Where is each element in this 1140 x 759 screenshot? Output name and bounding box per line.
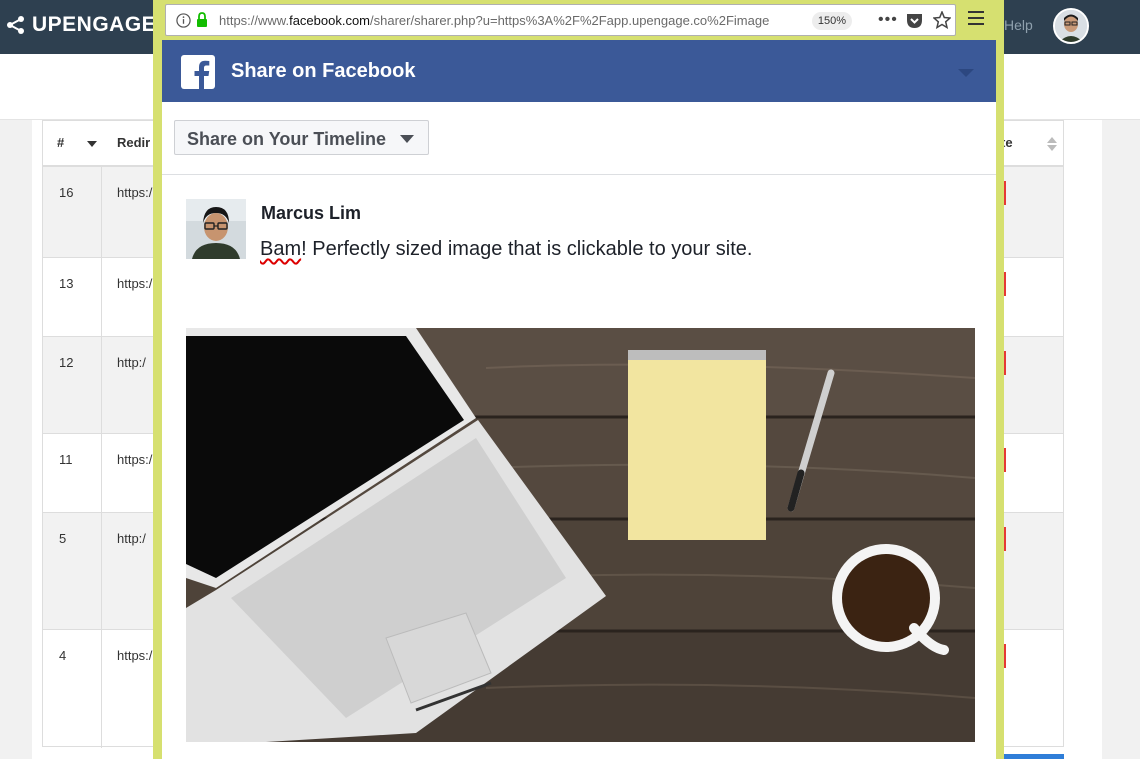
- brand-text: UPENGAGE: [32, 13, 157, 36]
- url-path: /sharer/sharer.php?u=https%3A%2F%2Fapp.u…: [370, 13, 770, 28]
- column-header-number[interactable]: #: [57, 135, 64, 150]
- row-url[interactable]: http:/: [117, 531, 146, 546]
- misspelled-word: Bam: [260, 238, 302, 260]
- lock-icon[interactable]: [196, 12, 208, 27]
- url-domain: facebook.com: [289, 13, 371, 28]
- pocket-icon[interactable]: [906, 12, 923, 29]
- author-photo: [186, 199, 246, 259]
- pagination-button[interactable]: [1004, 754, 1064, 759]
- menu-icon[interactable]: [968, 11, 984, 25]
- app-logo[interactable]: UPENGAGE: [6, 13, 156, 37]
- row-url[interactable]: https:/: [117, 276, 152, 291]
- caret-down-icon: [400, 135, 414, 143]
- post-message[interactable]: Bam! Perfectly sized image that is click…: [260, 238, 752, 261]
- row-number: 12: [59, 355, 74, 370]
- row-number: 11: [59, 452, 73, 467]
- row-number: 13: [59, 276, 74, 291]
- share-dialog-body: Share on Your Timeline Marcus Lim Bam! P…: [162, 102, 996, 759]
- row-number: 4: [59, 648, 67, 663]
- dialog-title: Share on Facebook: [231, 60, 416, 82]
- row-url[interactable]: https:/: [117, 452, 152, 467]
- more-icon[interactable]: •••: [878, 12, 898, 28]
- divider: [162, 174, 996, 175]
- sort-desc-icon[interactable]: [87, 141, 97, 147]
- user-avatar-image: [1055, 10, 1087, 42]
- row-number: 16: [59, 185, 74, 200]
- star-icon[interactable]: [933, 11, 951, 29]
- column-header-redirect[interactable]: Redir: [117, 135, 150, 150]
- row-number: 5: [59, 531, 67, 546]
- url-prefix: https://www.: [219, 13, 290, 28]
- facebook-logo-icon: [181, 55, 215, 89]
- address-bar[interactable]: https://www.facebook.com/sharer/sharer.p…: [165, 4, 956, 36]
- author-avatar: [186, 199, 246, 259]
- url-text[interactable]: https://www.facebook.com/sharer/sharer.p…: [219, 13, 799, 28]
- chevron-down-icon[interactable]: [958, 69, 974, 77]
- user-avatar[interactable]: [1053, 8, 1089, 44]
- share-target-dropdown[interactable]: Share on Your Timeline: [174, 120, 429, 155]
- row-url[interactable]: https:/: [117, 185, 152, 200]
- row-url[interactable]: http:/: [117, 355, 146, 370]
- share-icon: [7, 16, 24, 34]
- help-link[interactable]: Help: [1004, 17, 1033, 33]
- info-icon[interactable]: [176, 13, 191, 28]
- sort-icon[interactable]: [1047, 137, 1057, 151]
- desk-photo: [186, 328, 975, 742]
- facebook-header: Share on Facebook: [162, 40, 996, 102]
- link-preview-image[interactable]: [186, 328, 975, 742]
- row-url[interactable]: https:/: [117, 648, 152, 663]
- message-text: ! Perfectly sized image that is clickabl…: [301, 238, 753, 260]
- share-target-label: Share on Your Timeline: [187, 129, 387, 149]
- author-name[interactable]: Marcus Lim: [261, 203, 361, 224]
- zoom-indicator[interactable]: 150%: [812, 12, 852, 30]
